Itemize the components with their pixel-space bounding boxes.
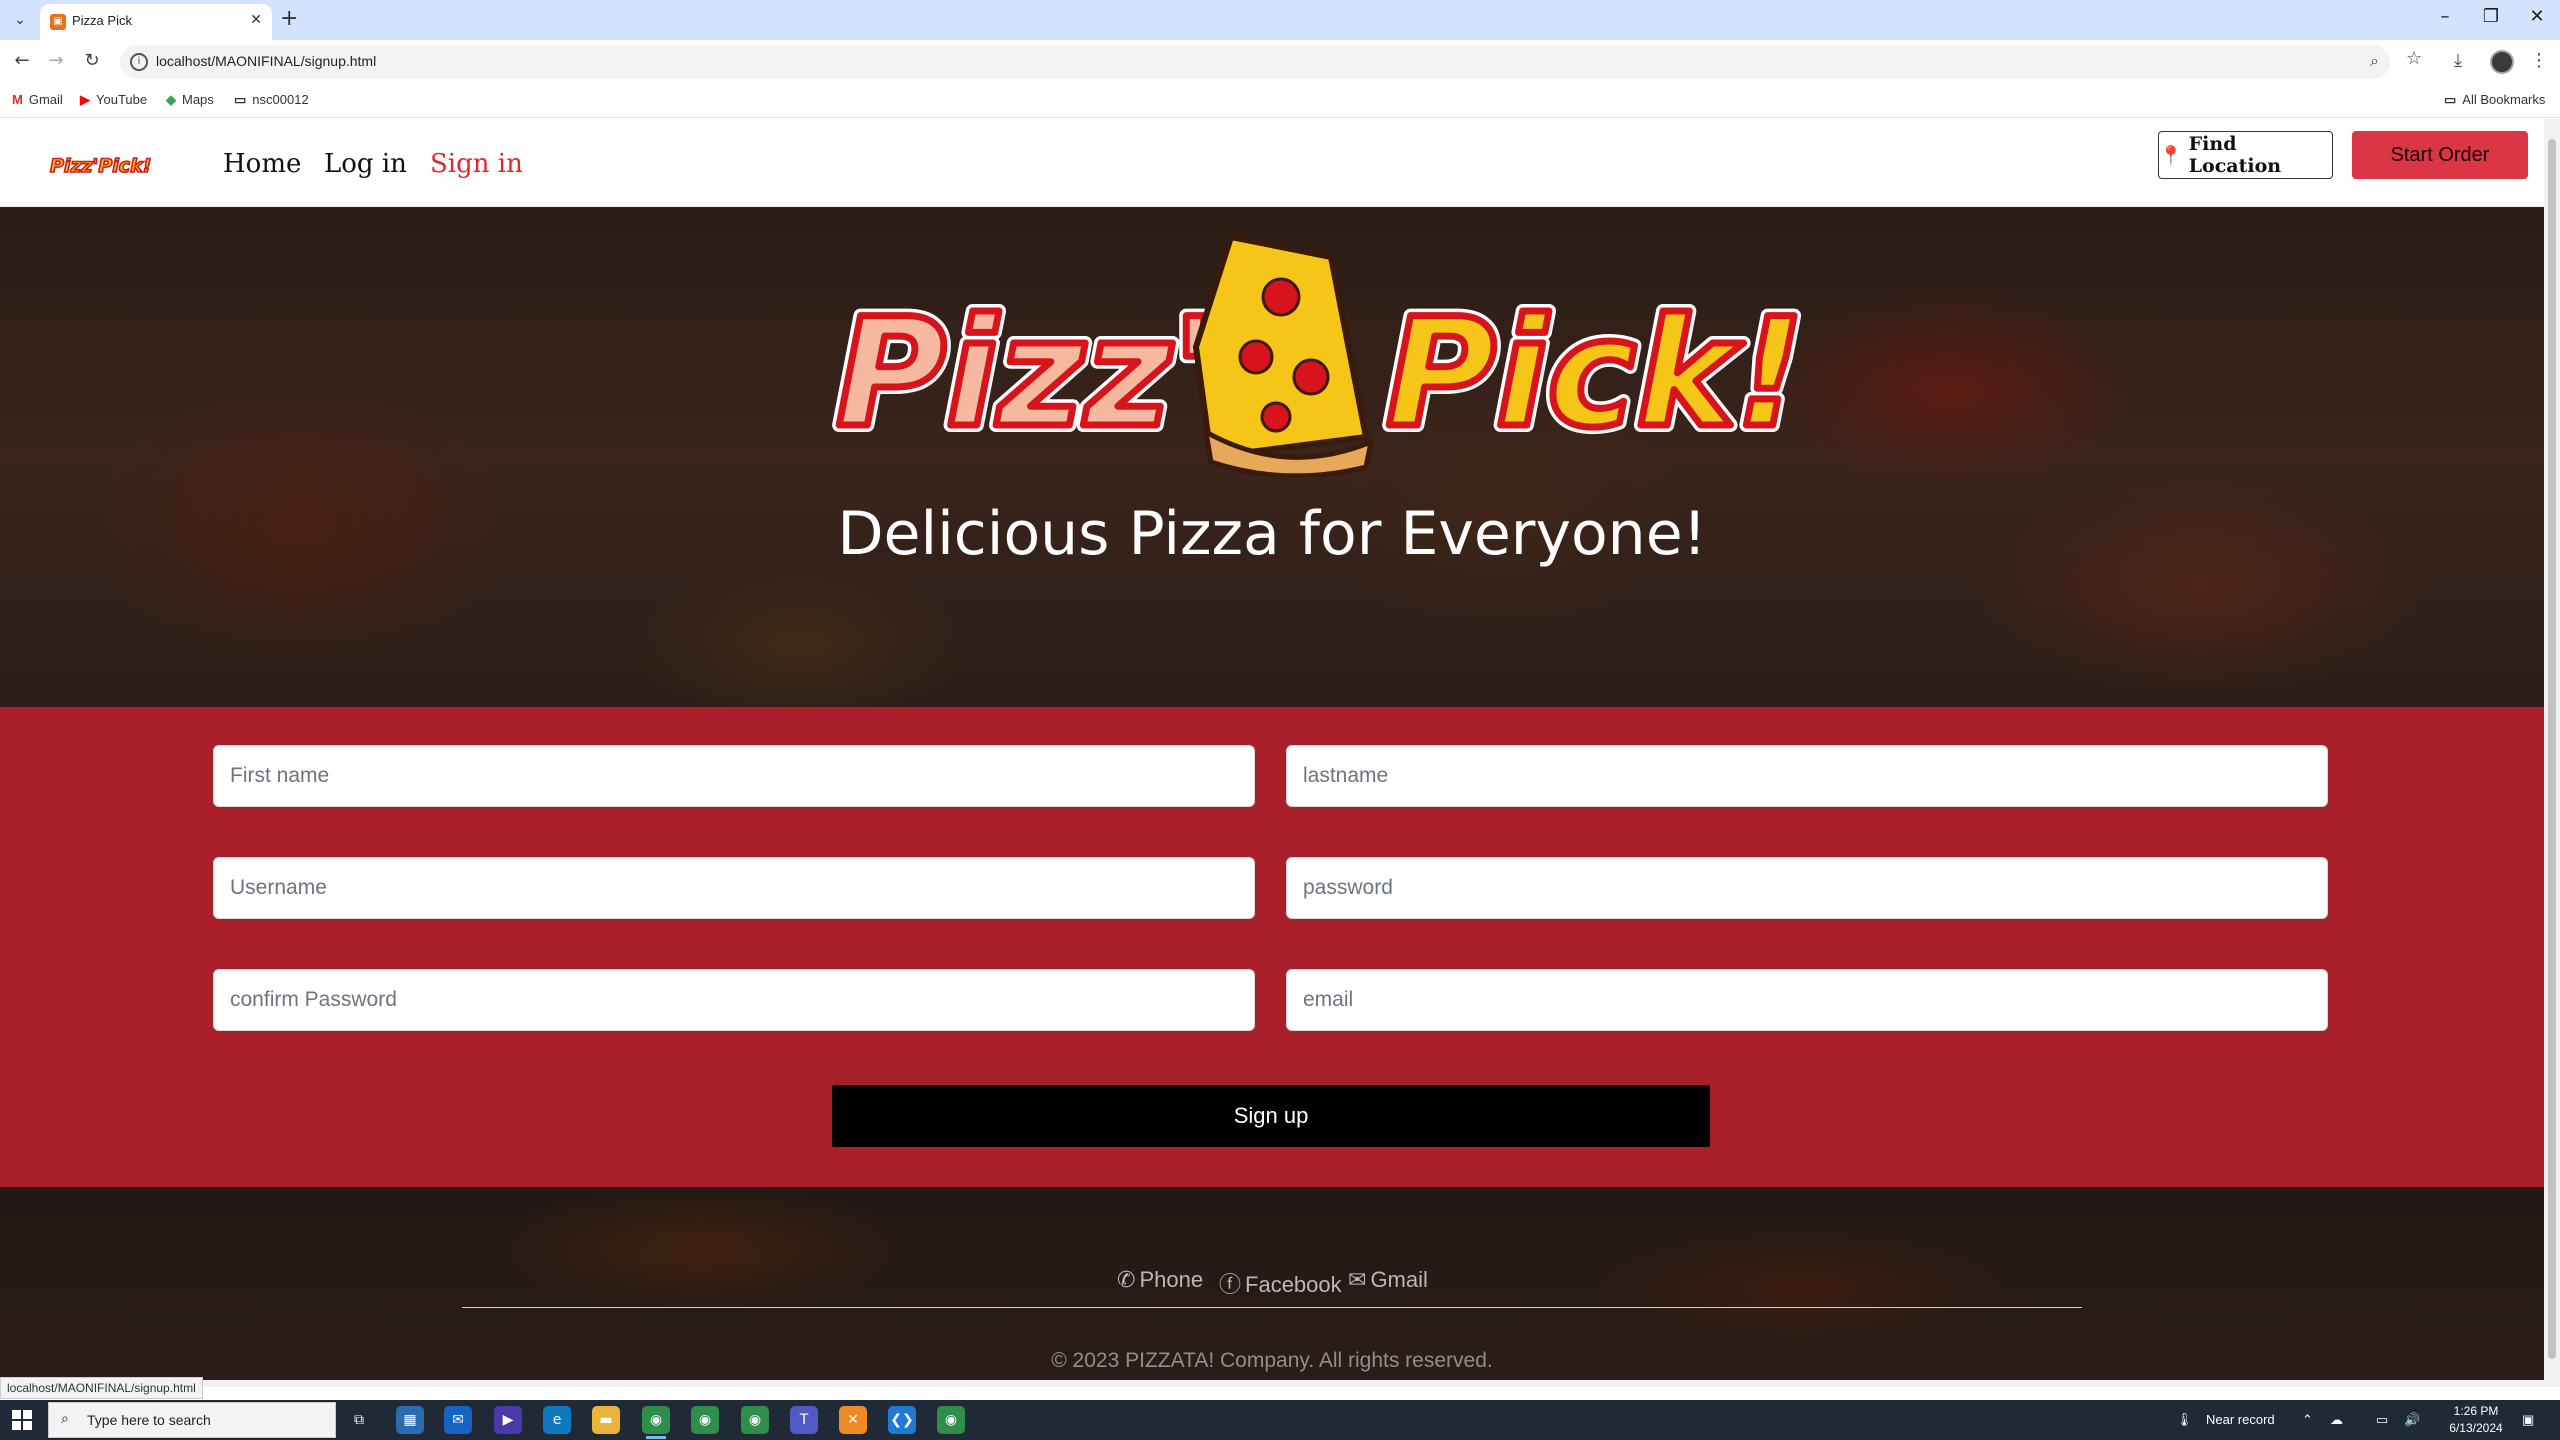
browser-tab[interactable]: ▣ Pizza Pick ✕ bbox=[40, 4, 272, 40]
scrollbar-thumb[interactable] bbox=[2548, 139, 2556, 1359]
bookmark-star-icon[interactable]: ☆ bbox=[2406, 48, 2422, 69]
taskbar-search-placeholder: Type here to search bbox=[87, 1412, 211, 1428]
store-icon[interactable]: ▦ bbox=[396, 1406, 424, 1434]
taskbar-clock[interactable]: 1:26 PM 6/13/2024 bbox=[2440, 1403, 2512, 1437]
search-icon: ⌕ bbox=[61, 1411, 69, 1427]
edge-icon[interactable]: e bbox=[543, 1406, 571, 1434]
bookmark-folder[interactable]: ▭ nsc00012 bbox=[234, 92, 309, 108]
copyright-text: © 2023 PIZZATA! Company. All rights rese… bbox=[1051, 1349, 1493, 1372]
task-view-icon[interactable]: ⧉ bbox=[345, 1406, 373, 1434]
chrome-profile-icon[interactable]: ◉ bbox=[691, 1406, 719, 1434]
pizza-slice-icon bbox=[1192, 233, 1375, 477]
confirm-password-field[interactable] bbox=[213, 969, 1255, 1031]
find-location-label: Find Location bbox=[2188, 133, 2282, 177]
start-order-button[interactable]: Start Order bbox=[2352, 131, 2528, 179]
tab-title: Pizza Pick bbox=[72, 13, 132, 28]
network-icon[interactable]: ▭ bbox=[2376, 1412, 2388, 1428]
password-field[interactable] bbox=[1286, 857, 2328, 919]
address-bar[interactable]: i localhost/MAONIFINAL/signup.html ⌕ bbox=[120, 45, 2390, 79]
tray-onedrive-icon[interactable]: ☁ bbox=[2330, 1412, 2343, 1428]
address-url[interactable]: localhost/MAONIFINAL/signup.html bbox=[156, 53, 376, 69]
browser-menu-icon[interactable]: ⋮ bbox=[2530, 50, 2548, 71]
nav-signin[interactable]: Sign in bbox=[430, 149, 523, 179]
taskbar-search[interactable]: ⌕ Type here to search bbox=[48, 1402, 336, 1438]
windows-start-icon[interactable] bbox=[12, 1410, 32, 1430]
pizza-favicon-icon: ▣ bbox=[50, 14, 66, 30]
tab-search-chevron-icon[interactable]: ⌄ bbox=[8, 8, 32, 32]
forward-icon[interactable]: → bbox=[44, 50, 68, 71]
youtube-icon: ▶ bbox=[80, 92, 90, 107]
weather-text[interactable]: Near record bbox=[2206, 1412, 2275, 1427]
restore-icon[interactable]: ❐ bbox=[2468, 6, 2514, 27]
find-location-button[interactable]: 📍 Find Location bbox=[2158, 131, 2333, 179]
volume-icon[interactable]: 🔊 bbox=[2404, 1412, 2420, 1428]
footer-phone-link[interactable]: ✆ Phone bbox=[1117, 1267, 1203, 1293]
signup-button[interactable]: Sign up bbox=[832, 1085, 1710, 1147]
folder-icon: ▭ bbox=[234, 92, 247, 107]
bookmark-youtube[interactable]: ▶ YouTube bbox=[80, 92, 147, 108]
site-footer: ✆ Phone ⓕ Facebook ✉ Gmail © 2023 PIZZATA! … bbox=[0, 1187, 2544, 1387]
xampp-icon[interactable]: ✕ bbox=[839, 1406, 867, 1434]
vscode-icon[interactable]: ❮❯ bbox=[888, 1406, 916, 1434]
maps-icon: ◆ bbox=[166, 92, 176, 107]
reload-icon[interactable]: ↻ bbox=[80, 50, 104, 71]
notifications-icon[interactable]: ▣ bbox=[2522, 1412, 2534, 1428]
page-viewport: Pizz'Pick! Home Log in Sign in 📍 Find Lo… bbox=[0, 119, 2544, 1387]
site-navbar: Pizz'Pick! Home Log in Sign in 📍 Find Lo… bbox=[0, 119, 2544, 207]
profile-avatar[interactable] bbox=[2490, 50, 2514, 74]
chrome-profile-2-icon[interactable]: ◉ bbox=[741, 1406, 769, 1434]
hero-banner: Pizz' Pizz' Pick! Pick! Delicious Pizza … bbox=[0, 207, 2544, 707]
new-tab-icon[interactable]: + bbox=[280, 6, 298, 31]
browser-tabstrip: ⌄ ▣ Pizza Pick ✕ + – ❐ ✕ bbox=[0, 0, 2560, 40]
chrome-icon[interactable]: ◉ bbox=[642, 1406, 670, 1439]
back-icon[interactable]: ← bbox=[10, 50, 34, 71]
svg-text:Pizz'Pick!: Pizz'Pick! bbox=[50, 155, 151, 177]
last-name-field[interactable] bbox=[1286, 745, 2328, 807]
bookmark-gmail[interactable]: M Gmail bbox=[12, 92, 63, 107]
hero-tagline: Delicious Pizza for Everyone! bbox=[837, 499, 1707, 569]
gmail-icon: M bbox=[12, 92, 23, 107]
clock-time: 1:26 PM bbox=[2453, 1404, 2499, 1418]
nav-home[interactable]: Home bbox=[223, 149, 301, 179]
footer-facebook-link[interactable]: ⓕ Facebook bbox=[1219, 1267, 1342, 1299]
first-name-field[interactable] bbox=[213, 745, 1255, 807]
video-app-icon[interactable]: ▶ bbox=[494, 1406, 522, 1434]
weather-icon[interactable]: 🌡 bbox=[2176, 1412, 2193, 1428]
file-explorer-icon[interactable]: ▬ bbox=[592, 1406, 620, 1434]
folder-icon: ▭ bbox=[2444, 92, 2457, 107]
browser-toolbar: ← → ↻ i localhost/MAONIFINAL/signup.html… bbox=[0, 40, 2560, 84]
page-scrollbar[interactable] bbox=[2544, 119, 2560, 1387]
all-bookmarks[interactable]: ▭ All Bookmarks bbox=[2444, 92, 2545, 108]
download-icon[interactable]: ⤓ bbox=[2454, 50, 2462, 71]
tray-chevron-icon[interactable]: ⌃ bbox=[2302, 1412, 2313, 1428]
clock-date: 6/13/2024 bbox=[2449, 1421, 2503, 1435]
footer-divider bbox=[462, 1307, 2082, 1308]
svg-text:Pizz': Pizz' bbox=[836, 287, 1218, 461]
signup-form: Sign up bbox=[0, 707, 2544, 1187]
chrome-profile-3-icon[interactable]: ◉ bbox=[937, 1406, 965, 1434]
facebook-icon: ⓕ bbox=[1219, 1272, 1242, 1297]
nav-login[interactable]: Log in bbox=[324, 149, 407, 179]
username-field[interactable] bbox=[213, 857, 1255, 919]
minimize-icon[interactable]: – bbox=[2422, 6, 2468, 27]
zoom-icon[interactable]: ⌕ bbox=[2370, 51, 2379, 71]
close-tab-icon[interactable]: ✕ bbox=[250, 12, 262, 28]
windows-taskbar: ⌕ Type here to search ⧉ ▦ ✉ ▶ e ▬ ◉ ◉ ◉ … bbox=[0, 1400, 2560, 1440]
phone-icon: ✆ bbox=[1117, 1267, 1136, 1292]
footer-gmail-link[interactable]: ✉ Gmail bbox=[1348, 1267, 1428, 1293]
horizontal-scrollbar[interactable] bbox=[0, 1380, 2560, 1387]
bookmarks-bar: M Gmail ▶ YouTube ◆ Maps ▭ nsc00012 ▭ All Boo… bbox=[0, 84, 2560, 118]
hero-logo: Pizz' Pizz' Pick! Pick! bbox=[829, 233, 1811, 477]
brand-logo[interactable]: Pizz'Pick! bbox=[48, 149, 160, 179]
teams-icon[interactable]: T bbox=[790, 1406, 818, 1434]
envelope-icon: ✉ bbox=[1348, 1267, 1367, 1292]
status-bar-url: localhost/MAONIFINAL/signup.html bbox=[0, 1377, 203, 1399]
mail-icon[interactable]: ✉ bbox=[444, 1406, 472, 1434]
location-pin-icon: 📍 bbox=[2159, 144, 2183, 167]
site-info-icon[interactable]: i bbox=[130, 53, 148, 71]
email-field[interactable] bbox=[1286, 969, 2328, 1031]
close-window-icon[interactable]: ✕ bbox=[2514, 6, 2560, 27]
bookmark-maps[interactable]: ◆ Maps bbox=[166, 92, 214, 108]
svg-text:Pick!: Pick! bbox=[1386, 287, 1804, 461]
